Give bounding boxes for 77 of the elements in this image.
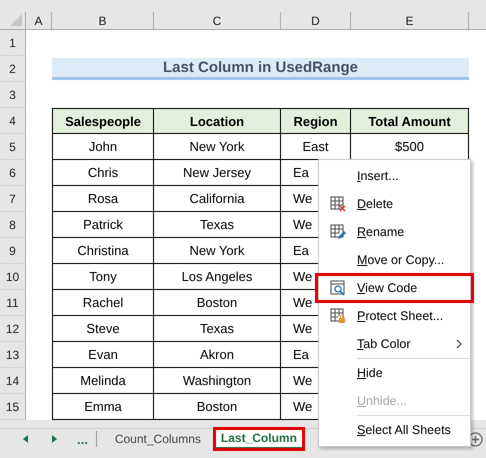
column-header[interactable]: C [154,12,281,29]
table-cell: East [302,139,328,154]
delete-sheet-icon [330,196,346,212]
table-cell: Washington [182,373,252,388]
table-cell: Evan [88,347,118,362]
table-cell: Texas [200,217,234,232]
table-cell-text: We [292,269,312,284]
scroll-left-icon[interactable] [23,435,29,443]
row-header[interactable]: 6 [0,160,26,186]
column-header[interactable]: D [281,12,351,29]
row-header[interactable]: 9 [0,238,26,264]
table-cell-text: Ea [292,347,309,362]
menu-item[interactable]: View Code [316,274,473,302]
column-header[interactable]: E [351,12,469,29]
row-header[interactable]: 13 [0,342,26,368]
sheet-tab[interactable]: Last_Column [214,429,303,449]
table-cell-text: We [292,321,312,336]
table-cell: John [88,139,118,154]
table-cell: California [190,191,244,206]
sheet-tab[interactable]: Count_Columns [108,429,207,449]
row-header[interactable]: 5 [0,134,26,160]
table-cell: Tony [89,269,117,284]
table-header-cell: Salespeople [52,108,154,134]
row-header[interactable]: 4 [0,108,26,134]
menu-item[interactable]: Select All Sheets [319,416,470,444]
table-cell: $500 [395,139,424,154]
row-header[interactable]: 15 [0,394,26,420]
column-header[interactable]: A [26,12,52,29]
row-header[interactable]: 1 [0,30,26,56]
table-cell: Melinda [80,373,126,388]
scroll-right-icon[interactable] [51,435,57,443]
table-header-cell: Location [154,108,281,134]
row-header[interactable]: 2 [0,56,26,82]
row-header[interactable]: 8 [0,212,26,238]
title-banner: Last Column in UsedRange [52,58,469,80]
table-cell: Emma [84,399,122,414]
menu-item[interactable]: Move or Copy... [319,246,470,274]
table-header-cell: Region [281,108,351,134]
menu-item[interactable]: Hide [319,359,470,387]
table-cell-text: We [292,295,312,310]
table-cell: Los Angeles [182,269,252,284]
row-header[interactable]: 3 [0,82,26,108]
row-header[interactable]: 14 [0,368,26,394]
table-cell-text: We [292,217,312,232]
table-cell: Akron [200,347,234,362]
table-cell: Patrick [83,217,123,232]
table-header-cell: Total Amount [351,108,469,134]
table-cell: New Jersey [183,165,251,180]
table-cell: Chris [88,165,118,180]
table-cell: Boston [196,399,238,414]
table-cell: Texas [200,321,234,336]
table-cell: Boston [196,295,238,310]
table-cell: Christina [77,243,129,258]
table-cell: New York [190,139,244,154]
table-cell-text: Ea [292,165,309,180]
more-sheets-button[interactable]: ... [77,432,88,446]
table-cell: New York [190,243,244,258]
row-header[interactable]: 10 [0,264,26,290]
menu-item[interactable]: Rename [319,218,470,246]
table-cell-text: We [292,373,312,388]
protect-sheet-icon [330,308,346,324]
column-header[interactable]: B [52,12,154,29]
table-cell-text: Ea [292,243,309,258]
menu-item[interactable]: Tab Color [319,330,470,358]
row-header[interactable]: 7 [0,186,26,212]
table-cell-text: We [292,399,312,414]
table-cell: Steve [86,321,120,336]
row-header[interactable]: 12 [0,316,26,342]
table-cell: Rosa [88,191,118,206]
menu-item[interactable]: Insert... [319,162,470,190]
menu-item[interactable]: Protect Sheet... [319,302,470,330]
table-cell-text: We [292,191,312,206]
rename-sheet-icon [330,224,346,240]
view-code-icon [330,280,346,296]
table-cell: Rachel [82,295,124,310]
row-header[interactable]: 11 [0,290,26,316]
menu-item[interactable]: Delete [319,190,470,218]
